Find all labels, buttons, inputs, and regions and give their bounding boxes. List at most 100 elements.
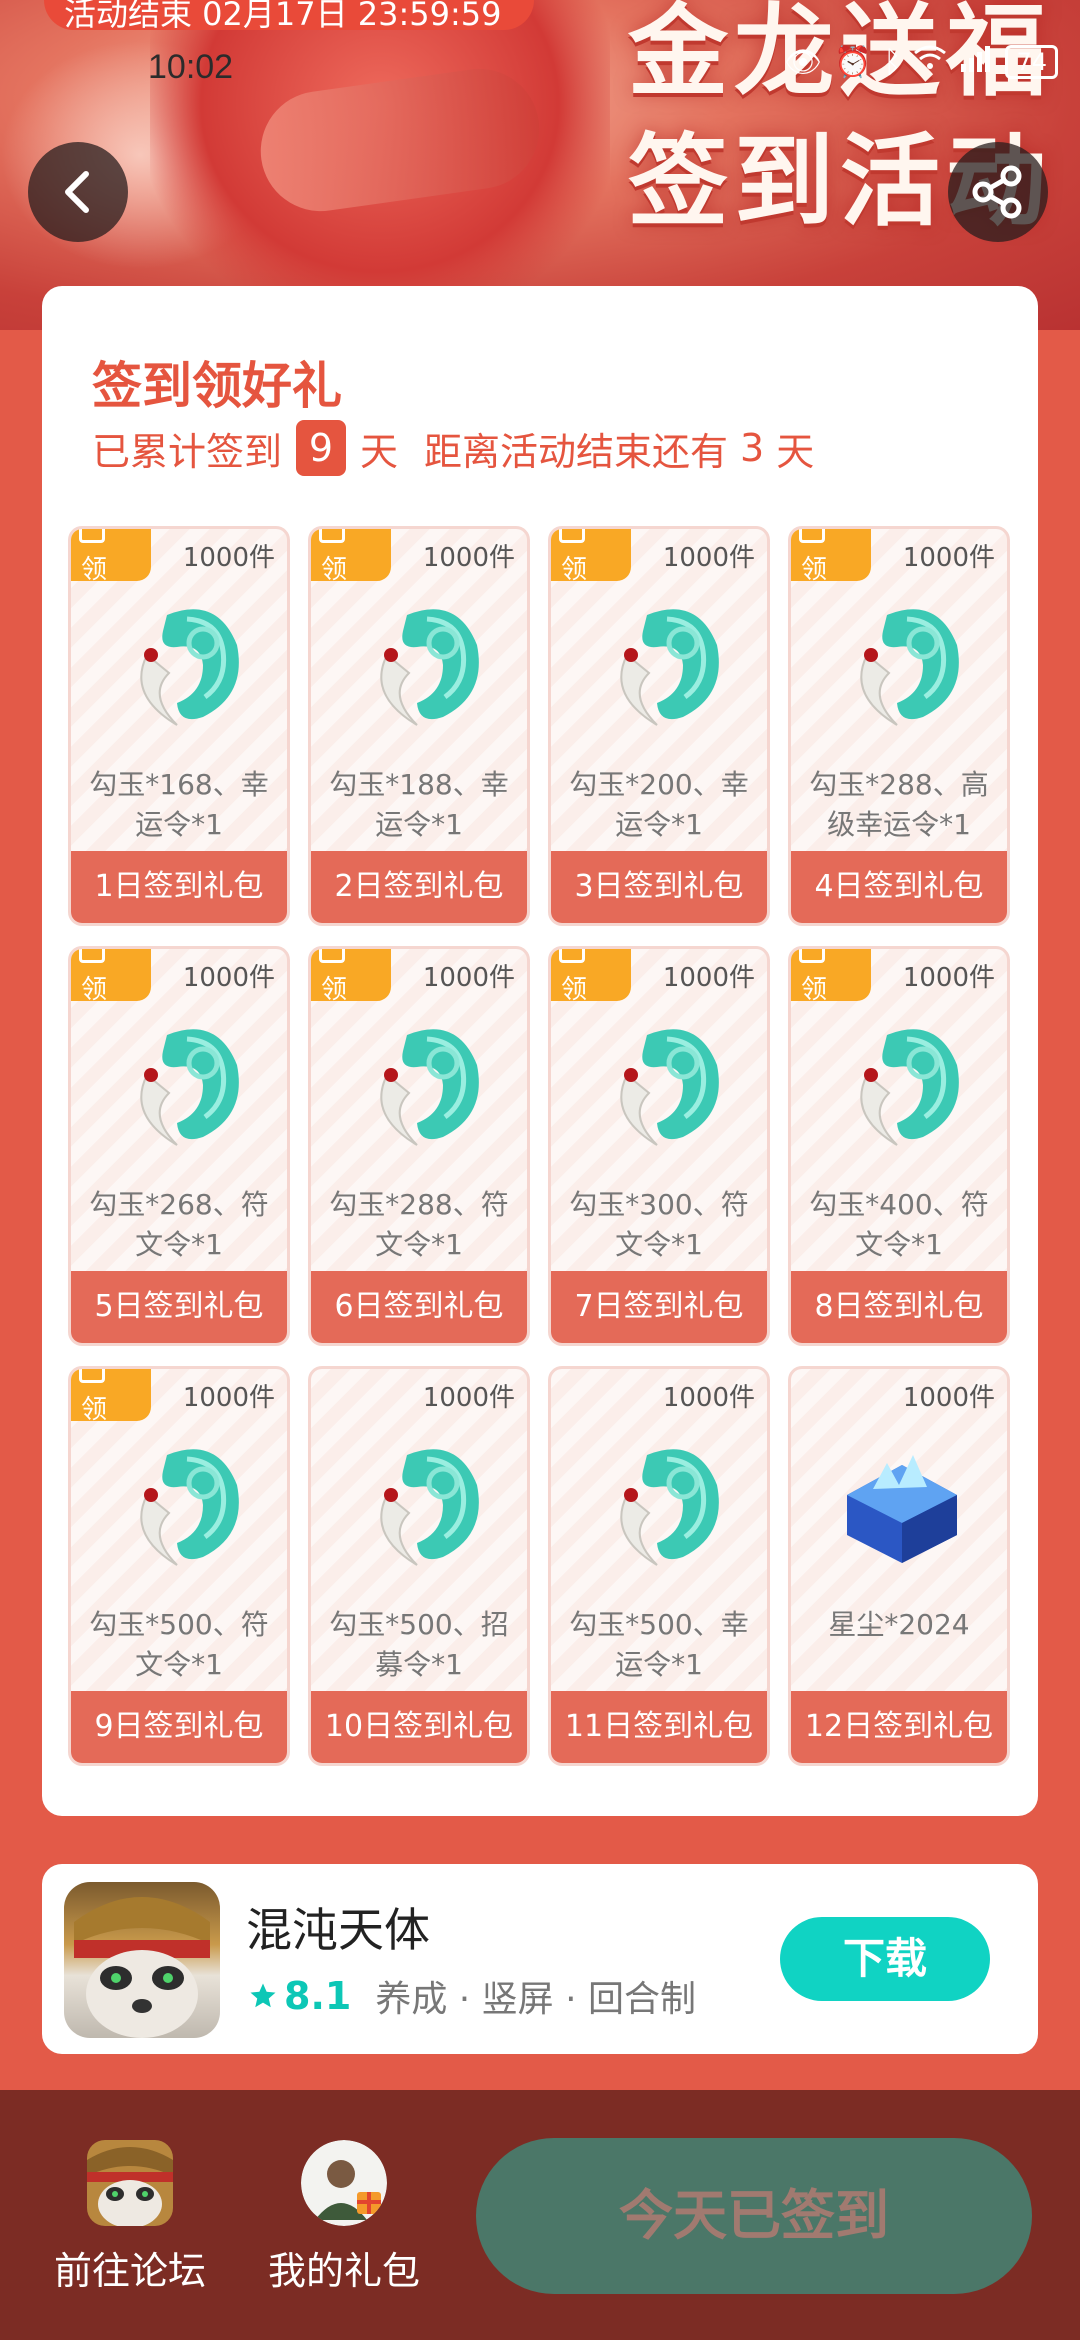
signin-summary: 已累计签到 9 天 距离活动结束还有 3 天 (92, 420, 814, 476)
battery-icon: 74 (1005, 45, 1058, 79)
app-meta: 8.1 养成 · 竖屏 · 回合制 (248, 1970, 696, 2022)
back-arrow-icon (65, 171, 89, 213)
eye-icon: 👁 (784, 44, 823, 80)
jade-magatama-icon (107, 1005, 257, 1155)
gift-day-label: 8日签到礼包 (791, 1271, 1007, 1343)
gift-stock: 1000件 (182, 543, 275, 573)
alarm-icon: ⏰ (834, 44, 872, 80)
summary-prefix: 已累计签到 (92, 429, 283, 474)
gift-description: 勾玉*268、符文令*1 (89, 1188, 269, 1261)
blue-crystal-chest-icon (827, 1425, 977, 1575)
gift-day-label: 7日签到礼包 (551, 1271, 767, 1343)
gift-stock: 1000件 (182, 1383, 275, 1413)
gift-card[interactable]: 领 1000件勾玉*400、符文令*1 8日签到礼包 (788, 946, 1010, 1346)
app-rating: 8.1 (284, 1974, 352, 2018)
signal-icon (959, 44, 993, 80)
gift-card[interactable]: 1000件勾玉*500、幸运令*1 11日签到礼包 (548, 1366, 770, 1766)
gift-card[interactable]: 领 1000件勾玉*300、符文令*1 7日签到礼包 (548, 946, 770, 1346)
back-button[interactable] (28, 142, 128, 242)
gift-description: 勾玉*500、符文令*1 (89, 1608, 269, 1681)
claimed-tag: 领 (71, 1369, 151, 1421)
download-button[interactable]: 下载 (780, 1917, 990, 2001)
jade-magatama-icon (827, 585, 977, 735)
jade-magatama-icon (347, 585, 497, 735)
status-icons: 👁 ⏰ ᛒ 74 (784, 44, 1058, 80)
gift-card[interactable]: 领 1000件勾玉*168、幸运令*1 1日签到礼包 (68, 526, 290, 926)
gift-day-label: 6日签到礼包 (311, 1271, 527, 1343)
gift-description: 勾玉*168、幸运令*1 (89, 768, 269, 841)
end-countdown-days: 3 (740, 426, 765, 470)
gift-stock: 1000件 (422, 1383, 515, 1413)
signed-today-button[interactable]: 今天已签到 (476, 2138, 1032, 2294)
gift-card[interactable]: 领 1000件勾玉*288、符文令*1 6日签到礼包 (308, 946, 530, 1346)
gift-stock: 1000件 (902, 963, 995, 993)
gift-stock: 1000件 (422, 963, 515, 993)
gift-description: 勾玉*500、幸运令*1 (569, 1608, 749, 1681)
app-tags: 养成 · 竖屏 · 回合制 (375, 1979, 696, 2020)
share-icon (972, 165, 1022, 219)
signed-days-badge: 9 (296, 420, 347, 476)
status-time: 10:02 (148, 48, 234, 86)
gift-stock: 1000件 (662, 1383, 755, 1413)
app-promo-card[interactable]: 混沌天体 8.1 养成 · 竖屏 · 回合制 下载 (42, 1864, 1038, 2054)
gift-day-label: 5日签到礼包 (71, 1271, 287, 1343)
claimed-tag: 领 (71, 529, 151, 581)
forum-label: 前往论坛 (53, 2249, 206, 2293)
gift-day-label: 10日签到礼包 (311, 1691, 527, 1763)
gift-description: 星尘*2024 (828, 1608, 970, 1641)
jade-magatama-icon (587, 1005, 737, 1155)
gift-day-label: 12日签到礼包 (791, 1691, 1007, 1763)
gift-stock: 1000件 (182, 963, 275, 993)
jade-magatama-icon (587, 1425, 737, 1575)
claimed-tag: 领 (311, 529, 391, 581)
gift-card[interactable]: 领 1000件 勾玉*288、高级幸运令*1 4日签到礼包 (788, 526, 1010, 926)
gift-card[interactable]: 领 1000件勾玉*200、幸运令*1 3日签到礼包 (548, 526, 770, 926)
gift-day-label: 2日签到礼包 (311, 851, 527, 923)
claimed-tag: 领 (791, 949, 871, 1001)
forum-button[interactable]: 前往论坛 (20, 2140, 240, 2295)
gift-stock: 1000件 (662, 543, 755, 573)
user-avatar (301, 2140, 387, 2226)
jade-magatama-icon (587, 585, 737, 735)
gift-day-label: 3日签到礼包 (551, 851, 767, 923)
gift-stock: 1000件 (902, 1383, 995, 1413)
gift-description: 勾玉*200、幸运令*1 (569, 768, 749, 841)
app-icon[interactable] (64, 1882, 220, 2038)
card-title: 签到领好礼 (92, 357, 342, 415)
gift-description: 勾玉*288、符文令*1 (329, 1188, 509, 1261)
share-button[interactable] (948, 142, 1048, 242)
forum-game-icon (87, 2140, 173, 2226)
end-countdown-prefix: 距离活动结束还有 (424, 429, 729, 474)
jade-magatama-icon (107, 585, 257, 735)
gift-description: 勾玉*288、高级幸运令*1 (809, 768, 989, 841)
bluetooth-icon: ᛒ (883, 44, 902, 80)
gift-stock: 1000件 (422, 543, 515, 573)
gift-card[interactable]: 1000件星尘*2024 12日签到礼包 (788, 1366, 1010, 1766)
end-countdown-unit: 天 (776, 429, 815, 474)
gift-description: 勾玉*300、符文令*1 (569, 1188, 749, 1261)
gift-description: 勾玉*400、符文令*1 (809, 1188, 989, 1261)
gift-grid: 领 1000件 勾玉*168、幸运令*1 1日签到礼包领 1000件 勾玉*188、幸运令… (68, 526, 1010, 1766)
star-icon (250, 1983, 276, 2008)
jade-magatama-icon (347, 1005, 497, 1155)
gift-card[interactable]: 领 1000件勾玉*188、幸运令*1 2日签到礼包 (308, 526, 530, 926)
jade-magatama-icon (107, 1425, 257, 1575)
claimed-tag: 领 (791, 529, 871, 581)
claimed-tag: 领 (551, 949, 631, 1001)
gift-day-label: 1日签到礼包 (71, 851, 287, 923)
event-end-notice: 活动结束 02月17日 23:59:59 (44, 0, 534, 30)
my-gifts-button[interactable]: 我的礼包 (234, 2140, 454, 2295)
claimed-tag: 领 (311, 949, 391, 1001)
gift-card[interactable]: 领 1000件 勾玉*268、符文令*1 5日签到礼包 (68, 946, 290, 1346)
jade-magatama-icon (827, 1005, 977, 1155)
bottom-bar: 前往论坛 我的礼包 今天已签到 (0, 2090, 1080, 2340)
gift-stock: 1000件 (662, 963, 755, 993)
gift-day-label: 4日签到礼包 (791, 851, 1007, 923)
gift-day-label: 11日签到礼包 (551, 1691, 767, 1763)
gift-card[interactable]: 1000件勾玉*500、招募令*1 10日签到礼包 (308, 1366, 530, 1766)
gift-description: 勾玉*500、招募令*1 (329, 1608, 509, 1681)
gift-card[interactable]: 领 1000件 勾玉*500、符文令*1 9日签到礼包 (68, 1366, 290, 1766)
gift-description: 勾玉*188、幸运令*1 (329, 768, 509, 841)
signin-card: 签到领好礼 已累计签到 9 天 距离活动结束还有 3 天 领 1000件 勾玉*16… (42, 286, 1038, 1816)
claimed-tag: 领 (551, 529, 631, 581)
